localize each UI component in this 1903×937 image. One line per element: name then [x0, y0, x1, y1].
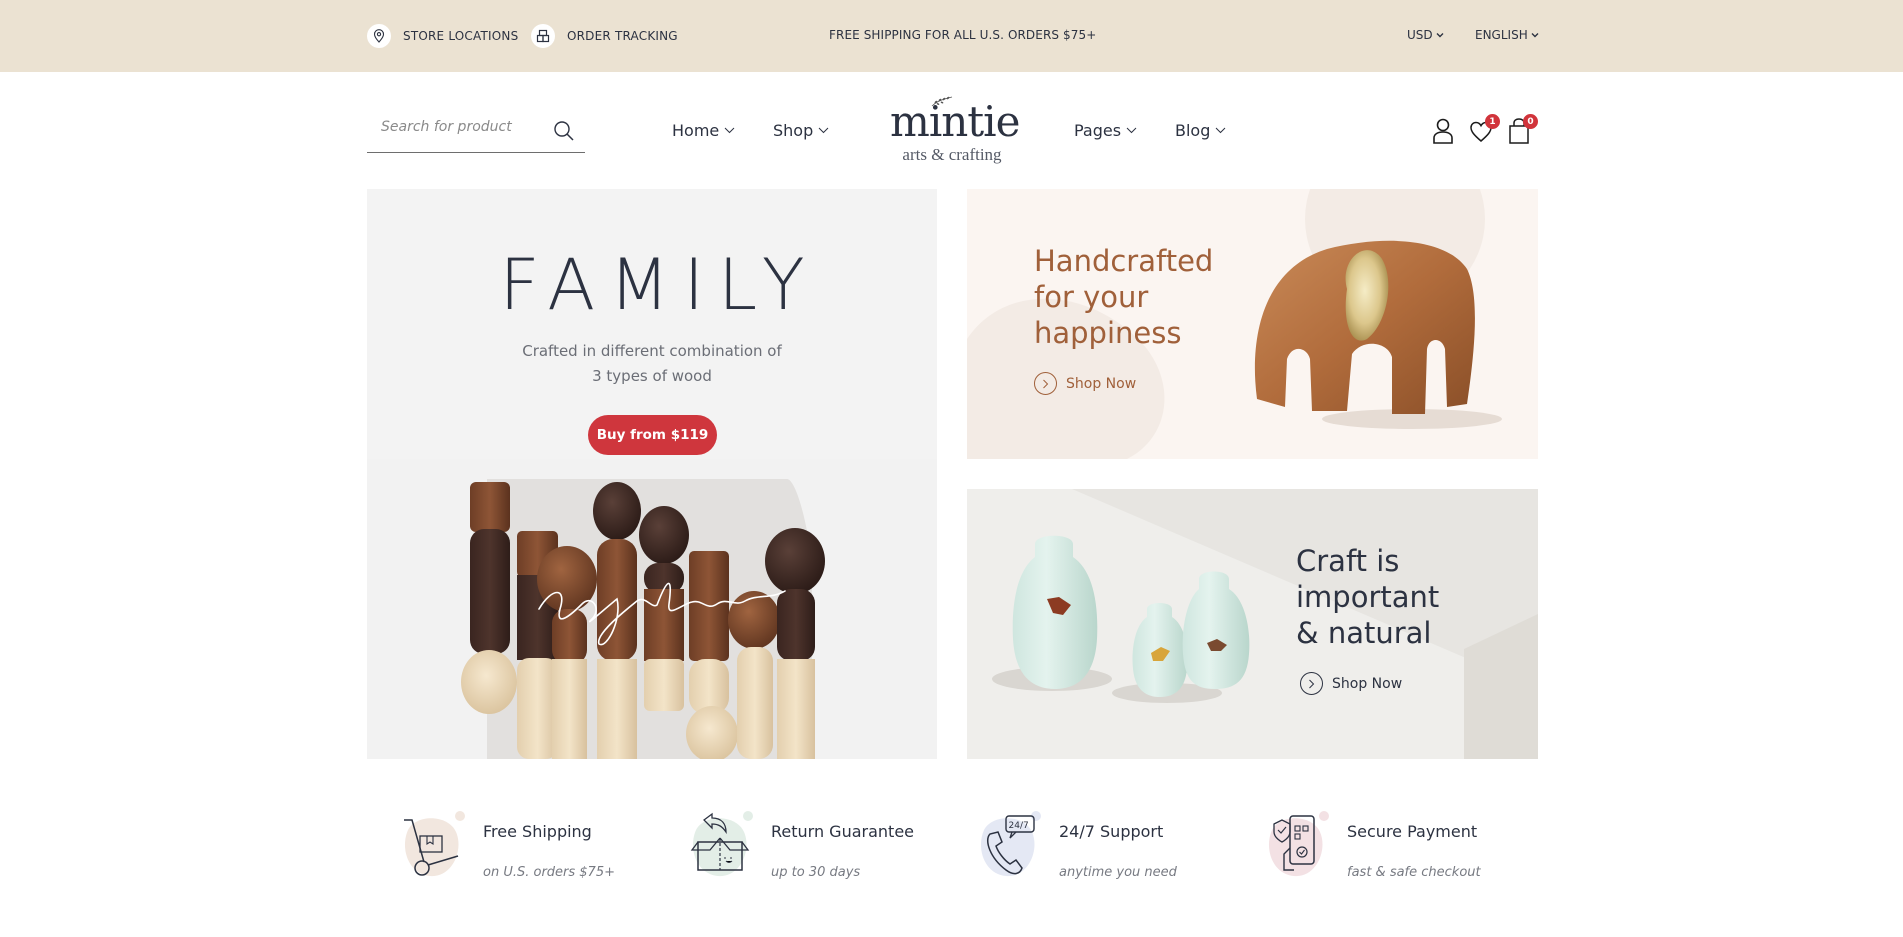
- nav-blog-label: Blog: [1175, 121, 1211, 140]
- nav-shop[interactable]: Shop: [773, 121, 829, 140]
- language-selector[interactable]: ENGLISH: [1475, 28, 1539, 42]
- logo[interactable]: mintie arts & crafting: [890, 95, 1020, 167]
- hero-subtitle: Crafted in different combination of 3 ty…: [367, 339, 937, 389]
- promo-banner-handcrafted[interactable]: Handcrafted for your happiness Shop Now: [967, 189, 1538, 459]
- feature-subtitle: on U.S. orders $75+: [483, 865, 615, 880]
- buy-button[interactable]: Buy from $119: [588, 415, 717, 455]
- banner-title-line: important: [1296, 580, 1440, 614]
- banner-title-line: Handcrafted: [1034, 244, 1214, 278]
- nav-home-label: Home: [672, 121, 720, 140]
- feature-title: 24/7 Support: [1059, 822, 1164, 841]
- banner-title-line: & natural: [1296, 616, 1432, 650]
- top-bar: STORE LOCATIONS ORDER TRACKING FREE SHIP…: [0, 0, 1903, 72]
- cart-button[interactable]: 0: [1506, 114, 1538, 145]
- nav-pages-label: Pages: [1074, 121, 1122, 140]
- language-value: ENGLISH: [1475, 28, 1528, 42]
- chevron-down-icon: [724, 127, 735, 134]
- hero-banner: FAMILY Crafted in different combination …: [367, 189, 937, 759]
- return-box-icon: [690, 811, 753, 877]
- shop-now-label: Shop Now: [1066, 375, 1137, 392]
- hand-truck-icon: [404, 811, 465, 877]
- chevron-down-icon: [1216, 127, 1226, 134]
- search-box: [367, 110, 585, 153]
- chevron-down-icon: [1436, 33, 1444, 38]
- shop-now-label: Shop Now: [1332, 675, 1403, 692]
- banner-title-line: happiness: [1034, 316, 1182, 350]
- banner-title: Craft is important & natural: [1296, 543, 1439, 651]
- cart-count-badge: 0: [1523, 114, 1538, 129]
- feature-title: Secure Payment: [1347, 822, 1478, 841]
- hero-subtitle-line: Crafted in different combination of: [522, 342, 782, 360]
- nav-shop-label: Shop: [773, 121, 814, 140]
- package-icon: [531, 24, 555, 48]
- user-icon: [1433, 118, 1453, 144]
- chevron-right-icon: [1034, 372, 1057, 395]
- store-locations-label: STORE LOCATIONS: [403, 29, 519, 43]
- account-button[interactable]: [1430, 117, 1456, 145]
- order-tracking-label: ORDER TRACKING: [567, 29, 678, 43]
- wishlist-button[interactable]: 1: [1468, 114, 1500, 145]
- feature-subtitle: anytime you need: [1059, 865, 1177, 880]
- svg-text:24/7: 24/7: [1009, 821, 1029, 831]
- nav-pages[interactable]: Pages: [1074, 121, 1137, 140]
- hero-title: FAMILY: [499, 244, 819, 326]
- banner-title-line: Craft is: [1296, 544, 1400, 578]
- promo-banner-craft[interactable]: Craft is important & natural Shop Now: [967, 489, 1538, 759]
- currency-value: USD: [1407, 28, 1433, 42]
- store-locations-link[interactable]: STORE LOCATIONS: [367, 23, 518, 49]
- search-input[interactable]: [381, 119, 551, 135]
- hero-subtitle-line: 3 types of wood: [592, 367, 712, 385]
- chevron-down-icon: [1126, 127, 1137, 134]
- chevron-down-icon: [1531, 33, 1539, 38]
- chevron-down-icon: [818, 127, 829, 134]
- logo-wordmark: mintie: [890, 97, 1020, 146]
- map-pin-icon: [367, 24, 391, 48]
- currency-selector[interactable]: USD: [1407, 28, 1444, 42]
- order-tracking-link[interactable]: ORDER TRACKING: [531, 23, 678, 49]
- nav-home[interactable]: Home: [672, 121, 735, 140]
- chevron-right-icon: [1300, 672, 1323, 695]
- logo-tagline: arts & crafting: [902, 145, 1002, 164]
- feature-title: Return Guarantee: [771, 822, 915, 841]
- wooden-figures-image: [367, 459, 937, 759]
- banner-title: Handcrafted for your happiness: [1034, 243, 1213, 351]
- shop-now-link[interactable]: Shop Now: [1034, 372, 1136, 395]
- ceramic-jars-image: [967, 489, 1538, 759]
- shop-now-link[interactable]: Shop Now: [1300, 672, 1402, 695]
- phone-support-icon: 24/7: [980, 811, 1041, 877]
- wishlist-count-badge: 1: [1485, 114, 1500, 129]
- feature-title: Free Shipping: [483, 822, 592, 841]
- secure-payment-icon: [1268, 811, 1329, 877]
- nav-blog[interactable]: Blog: [1175, 121, 1226, 140]
- feature-subtitle: fast & safe checkout: [1347, 865, 1481, 880]
- promo-text: FREE SHIPPING FOR ALL U.S. ORDERS $75+: [829, 28, 1097, 42]
- banner-title-line: for your: [1034, 280, 1149, 314]
- feature-subtitle: up to 30 days: [771, 865, 861, 880]
- search-icon[interactable]: [553, 120, 575, 142]
